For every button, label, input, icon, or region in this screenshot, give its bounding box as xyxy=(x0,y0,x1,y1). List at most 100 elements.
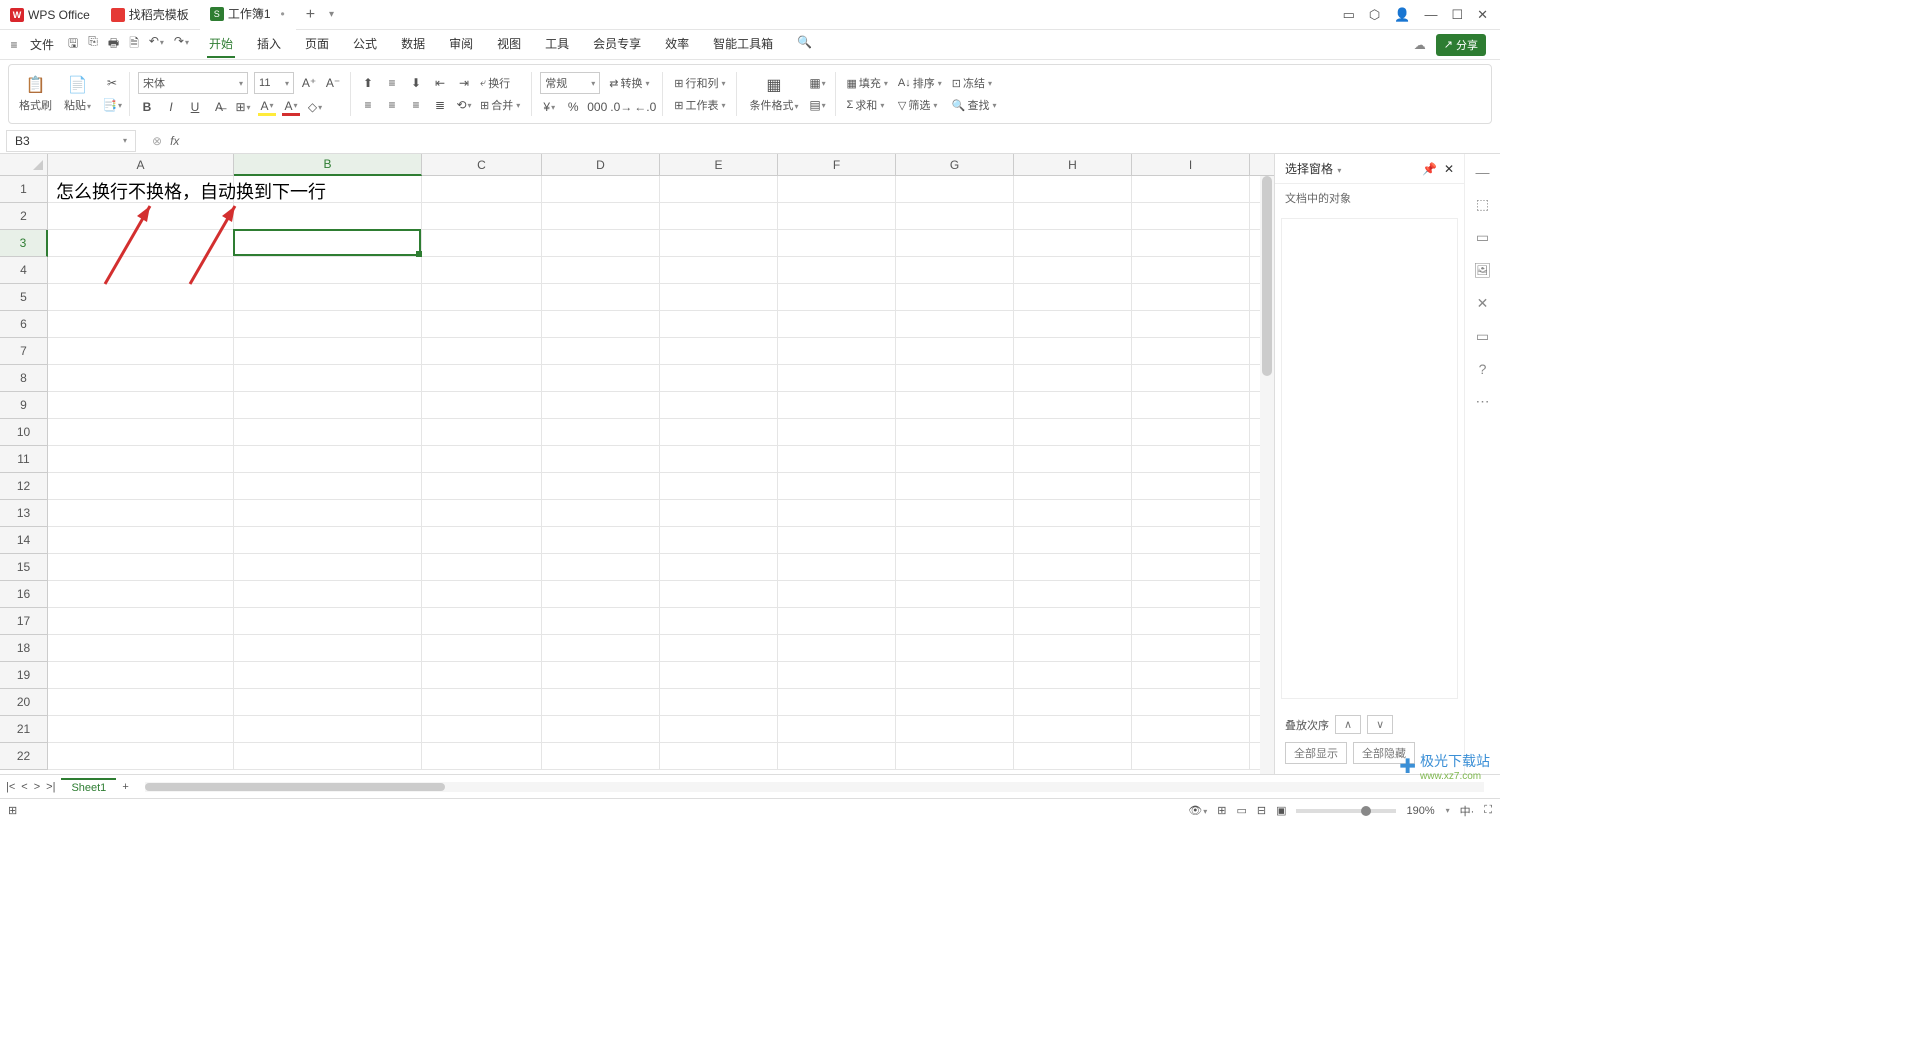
row-header-10[interactable]: 10 xyxy=(0,419,48,446)
panel-close-icon[interactable]: ✕ xyxy=(1444,162,1454,176)
wrap-text-button[interactable]: ⤶ 换行 xyxy=(477,74,523,92)
vertical-scrollbar[interactable] xyxy=(1260,176,1274,774)
align-left-icon[interactable]: ≡ xyxy=(359,96,377,114)
row-header-7[interactable]: 7 xyxy=(0,338,48,365)
menu-tab-efficiency[interactable]: 效率 xyxy=(663,31,691,58)
menu-tab-data[interactable]: 数据 xyxy=(399,31,427,58)
sort-button[interactable]: A↓ 排序▾ xyxy=(895,74,945,92)
thousands-icon[interactable]: 000 xyxy=(588,98,606,116)
decrease-font-icon[interactable]: A⁻ xyxy=(324,74,342,92)
undo-icon[interactable]: ↶▾ xyxy=(149,34,164,55)
row-header-20[interactable]: 20 xyxy=(0,689,48,716)
currency-icon[interactable]: ¥▾ xyxy=(540,98,558,116)
copy-icon[interactable]: 📑▾ xyxy=(103,96,121,114)
formula-input[interactable] xyxy=(187,133,1500,148)
select-all-corner[interactable] xyxy=(0,154,48,176)
cut-icon[interactable]: ✂ xyxy=(103,74,121,92)
menu-tab-insert[interactable]: 插入 xyxy=(255,31,283,58)
row-header-22[interactable]: 22 xyxy=(0,743,48,770)
menu-tab-view[interactable]: 视图 xyxy=(495,31,523,58)
inc-decimal-icon[interactable]: .0→ xyxy=(612,98,630,116)
menu-tab-review[interactable]: 审阅 xyxy=(447,31,475,58)
row-header-5[interactable]: 5 xyxy=(0,284,48,311)
row-header-11[interactable]: 11 xyxy=(0,446,48,473)
align-bottom-icon[interactable]: ⬇ xyxy=(407,74,425,92)
number-format-select[interactable]: 常规▾ xyxy=(540,72,600,94)
font-select[interactable]: 宋体▾ xyxy=(138,72,248,94)
app-box-icon[interactable]: ▭ xyxy=(1343,7,1355,23)
tab-dropdown[interactable]: ▾ xyxy=(329,9,334,20)
orientation-icon[interactable]: ⟲▾ xyxy=(455,96,473,114)
col-header-I[interactable]: I xyxy=(1132,154,1250,176)
rail-tools-icon[interactable]: ✕ xyxy=(1477,295,1489,312)
spreadsheet-grid[interactable]: ABCDEFGHIJ 12345678910111213141516171819… xyxy=(0,154,1274,774)
rail-help-icon[interactable]: ? xyxy=(1479,361,1487,377)
link-icon[interactable]: ⎘ xyxy=(88,34,98,55)
col-header-J[interactable]: J xyxy=(1250,154,1274,176)
row-header-2[interactable]: 2 xyxy=(0,203,48,230)
row-header-21[interactable]: 21 xyxy=(0,716,48,743)
col-header-D[interactable]: D xyxy=(542,154,660,176)
tab-template[interactable]: 找稻壳模板 xyxy=(101,0,200,30)
menu-tab-formula[interactable]: 公式 xyxy=(351,31,379,58)
expand-icon[interactable]: ⛶ xyxy=(1484,804,1492,817)
underline-button[interactable]: U xyxy=(186,98,204,116)
col-header-C[interactable]: C xyxy=(422,154,542,176)
rail-collapse-icon[interactable]: — xyxy=(1476,164,1490,180)
status-mode-icon[interactable]: ⊞ xyxy=(8,804,17,817)
tab-workbook[interactable]: S 工作簿1 • xyxy=(200,0,296,30)
row-header-1[interactable]: 1 xyxy=(0,176,48,203)
clear-format-button[interactable]: ◇▾ xyxy=(306,98,324,116)
cell-style-icon[interactable]: ▤▾ xyxy=(809,96,827,114)
horizontal-scrollbar[interactable] xyxy=(145,782,1484,792)
tab-wps-home[interactable]: W WPS Office xyxy=(0,0,101,30)
rail-image-icon[interactable]: 🖼 xyxy=(1474,262,1492,279)
merge-button[interactable]: ⊞ 合并▾ xyxy=(477,96,523,114)
tab-add-button[interactable]: + xyxy=(296,6,325,24)
show-all-button[interactable]: 全部显示 xyxy=(1285,742,1347,764)
minimize-button[interactable]: — xyxy=(1424,7,1437,23)
row-header-17[interactable]: 17 xyxy=(0,608,48,635)
stack-down-button[interactable]: ∨ xyxy=(1367,715,1393,734)
zoom-slider[interactable] xyxy=(1296,809,1396,813)
zoom-value[interactable]: 190% xyxy=(1406,805,1434,817)
stack-up-button[interactable]: ∧ xyxy=(1335,715,1361,734)
app-cube-icon[interactable]: ⬡ xyxy=(1369,7,1380,23)
fill-button[interactable]: ▦ 填充▾ xyxy=(844,74,891,92)
file-menu[interactable]: 文件 xyxy=(24,34,60,55)
rail-book-icon[interactable]: ▭ xyxy=(1476,328,1489,345)
sheet-nav-prev[interactable]: < xyxy=(21,781,27,793)
share-button[interactable]: ↗ 分享 xyxy=(1436,34,1486,56)
col-header-E[interactable]: E xyxy=(660,154,778,176)
col-header-A[interactable]: A xyxy=(48,154,234,176)
freeze-button[interactable]: ⊡ 冻结▾ xyxy=(949,74,1000,92)
italic-button[interactable]: I xyxy=(162,98,180,116)
sheet-add-button[interactable]: + xyxy=(122,781,128,793)
row-header-14[interactable]: 14 xyxy=(0,527,48,554)
view-normal-icon[interactable]: ⊞ xyxy=(1217,804,1226,817)
col-header-H[interactable]: H xyxy=(1014,154,1132,176)
row-header-16[interactable]: 16 xyxy=(0,581,48,608)
indent-left-icon[interactable]: ⇤ xyxy=(431,74,449,92)
border-button[interactable]: ⊞▾ xyxy=(234,98,252,116)
filter-button[interactable]: ▽ 筛选▾ xyxy=(895,96,945,114)
font-color-button[interactable]: A▾ xyxy=(282,98,300,116)
sheet-tab-1[interactable]: Sheet1 xyxy=(61,778,116,796)
maximize-button[interactable]: ☐ xyxy=(1451,7,1463,23)
menu-tab-member[interactable]: 会员专享 xyxy=(591,31,643,58)
rail-style-icon[interactable]: ▭ xyxy=(1476,229,1489,246)
cond-format-button[interactable]: ▦条件格式▾ xyxy=(745,73,802,115)
view-split-icon[interactable]: ⊟ xyxy=(1257,804,1266,817)
row-col-button[interactable]: ⊞ 行和列▾ xyxy=(671,74,728,92)
paste-button[interactable]: 📄粘贴▾ xyxy=(60,73,95,115)
row-header-12[interactable]: 12 xyxy=(0,473,48,500)
font-size-select[interactable]: 11▾ xyxy=(254,72,294,94)
col-header-F[interactable]: F xyxy=(778,154,896,176)
row-header-6[interactable]: 6 xyxy=(0,311,48,338)
print-preview-icon[interactable]: 🗎 xyxy=(129,34,139,55)
cloud-icon[interactable]: ☁ xyxy=(1414,38,1426,52)
align-middle-icon[interactable]: ≡ xyxy=(383,74,401,92)
rail-select-icon[interactable]: ⬚ xyxy=(1476,196,1489,213)
align-top-icon[interactable]: ⬆ xyxy=(359,74,377,92)
close-button[interactable]: ✕ xyxy=(1477,7,1488,23)
